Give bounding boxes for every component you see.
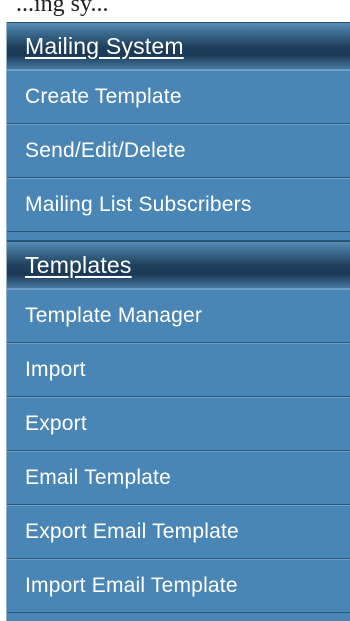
menu-item-mailing-list-subscribers[interactable]: Mailing List Subscribers bbox=[7, 178, 350, 232]
cropped-caption-text: ...ing sy... bbox=[16, 0, 109, 16]
section-header-mailing-system[interactable]: Mailing System bbox=[7, 22, 350, 70]
menu-item-label: Export Email Template bbox=[25, 519, 239, 543]
menu-item-import[interactable]: Import bbox=[7, 343, 350, 397]
menu-item-label: Template Manager bbox=[25, 303, 203, 327]
section-title[interactable]: Mailing System bbox=[25, 33, 184, 60]
menu-item-import-email-template[interactable]: Import Email Template bbox=[7, 559, 350, 613]
menu-item-email-template[interactable]: Email Template bbox=[7, 451, 350, 505]
menu-item-label: Mailing List Subscribers bbox=[25, 192, 252, 216]
menu-item-label: Export bbox=[25, 411, 87, 435]
menu-item-label: Send/Edit/Delete bbox=[25, 138, 186, 162]
section-spacer bbox=[7, 232, 350, 241]
menu-item-label: Import bbox=[25, 357, 86, 381]
menu-item-export-email-template[interactable]: Export Email Template bbox=[7, 505, 350, 559]
menu-item-create-template[interactable]: Create Template bbox=[7, 70, 350, 124]
menu-item-template-manager[interactable]: Template Manager bbox=[7, 289, 350, 343]
menu-item-label: Create Template bbox=[25, 84, 182, 108]
sidebar-menu: Mailing System Create Template Send/Edit… bbox=[6, 22, 350, 621]
menu-item-export[interactable]: Export bbox=[7, 397, 350, 451]
menu-item-send-edit-delete[interactable]: Send/Edit/Delete bbox=[7, 124, 350, 178]
section-title[interactable]: Templates bbox=[25, 252, 132, 279]
menu-item-label: Email Template bbox=[25, 465, 171, 489]
menu-item-label: Import Email Template bbox=[25, 573, 238, 597]
section-header-templates[interactable]: Templates bbox=[7, 241, 350, 289]
